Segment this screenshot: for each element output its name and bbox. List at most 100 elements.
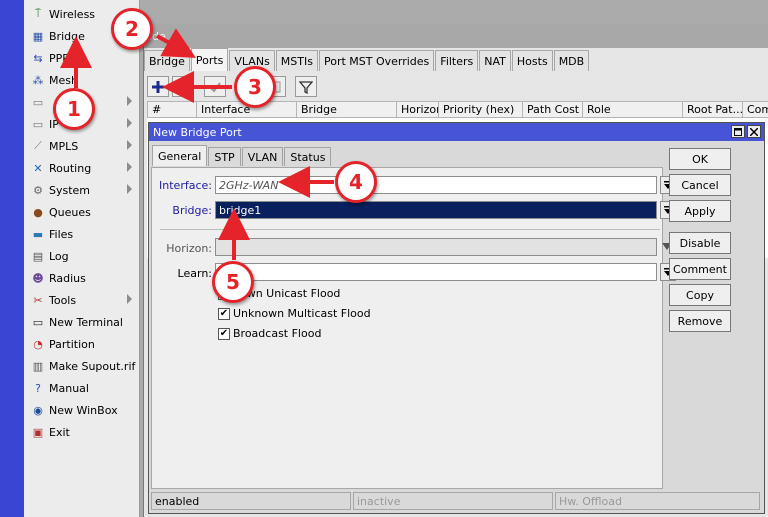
tab-bridge[interactable]: Bridge	[144, 50, 190, 71]
maximize-icon	[734, 127, 742, 136]
sidebar-item-label: Log	[49, 249, 69, 263]
sidebar-item-mesh[interactable]: ⁂ Mesh	[24, 69, 140, 91]
learn-field[interactable]	[215, 263, 657, 281]
mpls-icon: ⟋	[34, 139, 42, 152]
sidebar-item-radius[interactable]: ☻ Radius	[24, 267, 140, 289]
ok-button[interactable]: OK	[669, 148, 731, 170]
dialog-tabs: General STP VLAN Status	[152, 145, 332, 167]
sidebar-item-queues[interactable]: ● Queues	[24, 201, 140, 223]
submenu-arrow-icon	[127, 294, 132, 304]
sidebar-item-make-supout-rif[interactable]: ▥ Make Supout.rif	[24, 355, 140, 377]
sidebar-item-routing[interactable]: ✕ Routing	[24, 157, 140, 179]
close-button[interactable]	[747, 125, 761, 138]
column-header[interactable]: Priority (hex)	[439, 101, 523, 118]
tab-mstis[interactable]: MSTIs	[275, 50, 318, 71]
sidebar-item-label: Partition	[49, 337, 95, 351]
sidebar-item-label: Tools	[49, 293, 77, 307]
sidebar-item-new-terminal[interactable]: ▭ New Terminal	[24, 311, 140, 333]
sidebar-item-partition[interactable]: ◔ Partition	[24, 333, 140, 355]
help-icon: ?	[35, 381, 41, 395]
maximize-button[interactable]	[731, 125, 745, 138]
checkbox-label: Unknown Multicast Flood	[233, 307, 371, 320]
horizon-field[interactable]	[215, 238, 657, 256]
dialog-tab-status[interactable]: Status	[284, 147, 332, 166]
unknown-multicast-flood-checkbox[interactable]: ✔ Unknown Multicast Flood	[218, 307, 371, 320]
callout-3: 3	[234, 66, 276, 108]
status-hw-offload: Hw. Offload	[555, 492, 760, 510]
checkbox-box[interactable]: ✔	[218, 307, 230, 320]
sidebar-item-label: Radius	[49, 271, 86, 285]
disable-button[interactable]: Disable	[669, 232, 731, 254]
check-icon	[209, 81, 221, 93]
status-running: inactive	[353, 492, 553, 510]
sidebar-item-label: Exit	[49, 425, 70, 439]
sidebar-item-files[interactable]: ▬ Files	[24, 223, 140, 245]
learn-label: Learn:	[177, 267, 212, 280]
interface-field[interactable]: 2GHz-WAN	[215, 176, 657, 194]
tab-filters[interactable]: Filters	[435, 50, 479, 71]
sidebar-item-ppp[interactable]: ⇆ PPP	[24, 47, 140, 69]
comment-button[interactable]: Comment	[669, 258, 731, 280]
separator	[160, 229, 660, 230]
column-header[interactable]: Root Pat...	[683, 101, 743, 118]
dialog-tab-general[interactable]: General	[152, 145, 208, 166]
folder-icon: ▬	[32, 227, 44, 241]
copy-button[interactable]: Copy	[669, 284, 731, 306]
tab-port-mst-overrides[interactable]: Port MST Overrides	[318, 50, 435, 71]
bridge-field[interactable]: bridge1	[215, 201, 657, 219]
sidebar-item-log[interactable]: ▤ Log	[24, 245, 140, 267]
exit-icon: ▣	[32, 425, 44, 439]
close-icon	[750, 127, 758, 136]
remove-button[interactable]: Remove	[669, 310, 731, 332]
apply-button[interactable]: Apply	[669, 200, 731, 222]
callout-5: 5	[212, 261, 254, 303]
dialog-tab-stp[interactable]: STP	[208, 147, 241, 166]
sidebar-item-label: PPP	[49, 51, 69, 65]
tab-nat[interactable]: NAT	[479, 50, 511, 71]
broadcast-flood-checkbox[interactable]: ✔ Broadcast Flood	[218, 327, 321, 340]
cancel-button[interactable]: Cancel	[669, 174, 731, 196]
sidebar-item-label: New Terminal	[49, 315, 123, 329]
mesh-icon: ⁂	[32, 73, 44, 87]
submenu-arrow-icon	[127, 118, 132, 128]
filter-button[interactable]	[295, 76, 317, 97]
sidebar-item-manual[interactable]: ? Manual	[24, 377, 140, 399]
add-port-button[interactable]	[147, 76, 169, 97]
sidebar-item-label: Mesh	[49, 73, 78, 87]
column-header[interactable]: Com	[743, 101, 768, 118]
tab-ports[interactable]: Ports	[190, 48, 229, 71]
winbox-icon: ◉	[33, 403, 43, 417]
bridge-icon: ▦	[32, 29, 44, 43]
sidebar-item-system[interactable]: ⚙ System	[24, 179, 140, 201]
dialog-tab-vlan[interactable]: VLAN	[241, 147, 284, 166]
sidebar-item-exit[interactable]: ▣ Exit	[24, 421, 140, 443]
filter-icon	[299, 80, 313, 94]
column-header[interactable]: Bridge	[297, 101, 397, 118]
tab-hosts[interactable]: Hosts	[511, 50, 553, 71]
checkbox-box[interactable]: ✔	[218, 327, 230, 340]
callout-1: 1	[53, 88, 95, 130]
sidebar-item-label: Manual	[49, 381, 89, 395]
ppp-icon: ⇆	[33, 51, 43, 65]
queues-icon: ●	[33, 205, 43, 219]
column-header[interactable]: #	[147, 101, 197, 118]
column-header[interactable]: Horizon	[397, 101, 439, 118]
enable-port-button[interactable]	[204, 76, 226, 97]
submenu-arrow-icon	[127, 140, 132, 150]
ports-grid-header: # Interface Bridge Horizon Priority (hex) Pat…	[147, 101, 768, 118]
new-bridge-port-dialog: New Bridge Port General STP VLAN Status Int…	[148, 122, 765, 514]
sidebar-item-mpls[interactable]: ⟋ MPLS	[24, 135, 140, 157]
sidebar-item-new-winbox[interactable]: ◉ New WinBox	[24, 399, 140, 421]
radius-icon: ☻	[32, 271, 44, 285]
tab-mdb[interactable]: MDB	[553, 50, 590, 71]
column-header[interactable]: Path Cost	[523, 101, 583, 118]
remove-port-button[interactable]	[172, 76, 194, 97]
bridge-label: Bridge:	[172, 204, 212, 217]
sidebar-item-label: Wireless	[49, 7, 96, 21]
sidebar-item-label: Files	[49, 227, 74, 241]
column-header[interactable]: Role	[583, 101, 683, 118]
ip-icon: ▭	[32, 95, 44, 109]
supout-icon: ▥	[32, 359, 44, 373]
sidebar-item-tools[interactable]: ✂ Tools	[24, 289, 140, 311]
tools-icon: ✂	[33, 293, 43, 307]
